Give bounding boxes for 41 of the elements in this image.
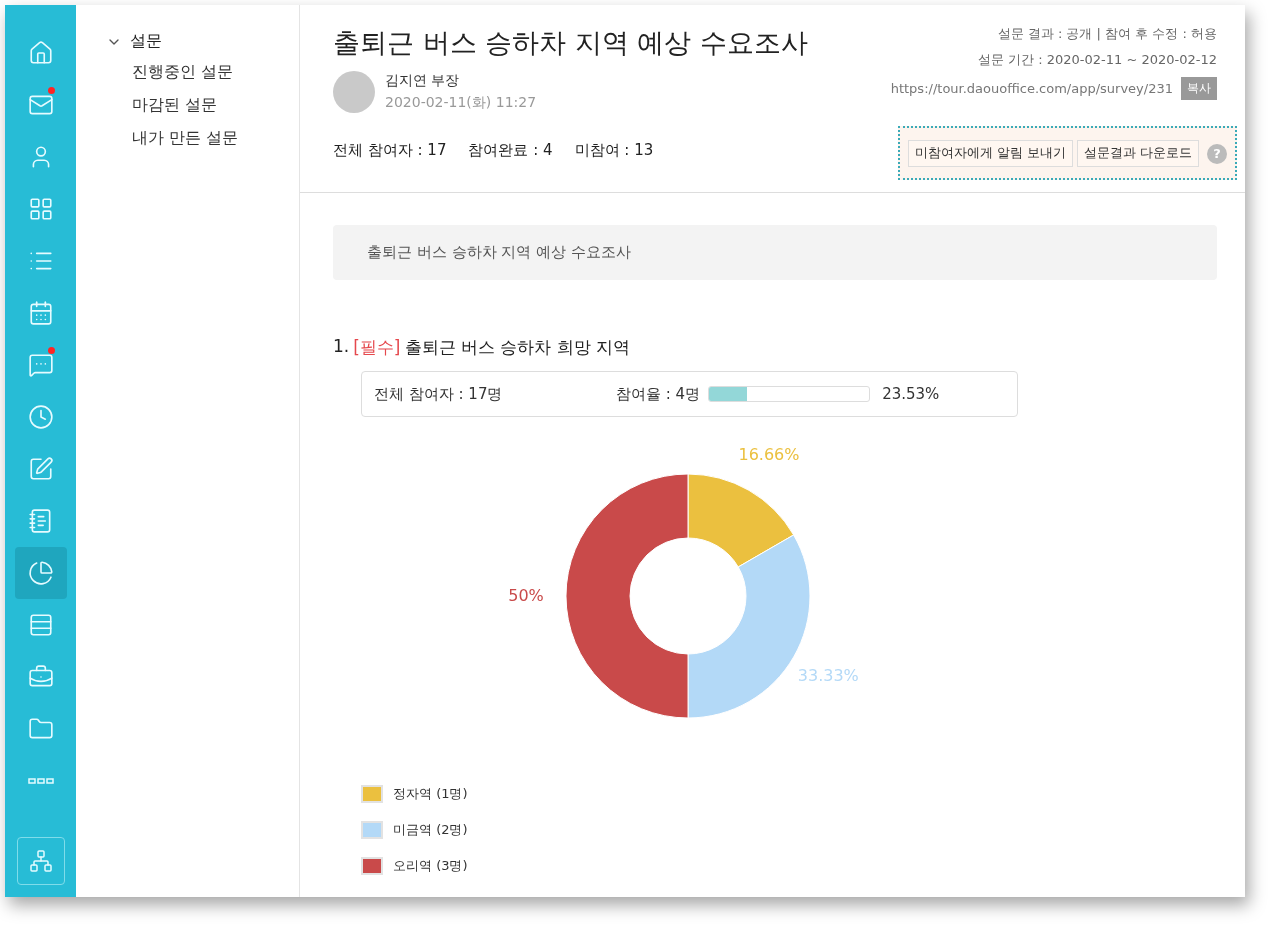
question-title: 출퇴근 버스 승하차 희망 지역	[404, 336, 631, 359]
required-tag: [필수]	[353, 336, 401, 359]
clock-icon	[27, 404, 54, 430]
participant-stat: 참여완료 : 4	[468, 141, 553, 160]
post-date: 2020-02-11(화) 11:27	[385, 94, 537, 112]
question-number: 1.	[333, 336, 350, 358]
participation-rate: 23.53%	[882, 385, 940, 403]
legend-label: 정자역 (1명)	[393, 785, 468, 803]
slice-percentage: 50%	[508, 585, 544, 605]
grid-icon	[27, 196, 54, 222]
edit-icon	[27, 456, 54, 482]
nav-section-title[interactable]: 설문	[130, 31, 162, 52]
author-name: 김지연 부장	[385, 72, 461, 90]
rows-icon	[27, 612, 54, 638]
nav-item[interactable]: 내가 만든 설문	[132, 128, 299, 149]
survey-meta: 설문 기간 : 2020-02-11 ~ 2020-02-12	[977, 51, 1217, 69]
action-button[interactable]: 미참여자에게 알림 보내기	[908, 140, 1073, 167]
org-chart-icon	[28, 849, 53, 873]
participant-stat: 미참여 : 13	[574, 141, 654, 160]
nav-item[interactable]: 마감된 설문	[132, 95, 299, 116]
calendar-icon	[27, 300, 54, 326]
legend-label: 오리역 (3명)	[393, 857, 468, 875]
survey-description: 출퇴근 버스 승하차 지역 예상 수요조사	[333, 225, 1217, 280]
participation-label: 참여율 : 4명	[616, 384, 701, 404]
chart-icon	[27, 560, 54, 586]
slice-percentage: 33.33%	[797, 666, 859, 686]
total-participants: 전체 참여자 : 17명	[374, 384, 504, 404]
chat-icon	[27, 352, 54, 378]
slice-percentage: 16.66%	[738, 445, 800, 465]
org-chart-button[interactable]	[16, 837, 65, 885]
avatar	[333, 71, 375, 113]
legend-label: 미금역 (2명)	[393, 821, 468, 839]
survey-meta: 설문 결과 : 공개 | 참여 후 수정 : 허용	[997, 25, 1217, 43]
survey-url: https://tour.daouoffice.com/app/survey/231	[890, 81, 1173, 96]
sidebar-app-button[interactable]	[14, 547, 67, 599]
more-icon	[27, 778, 54, 784]
action-button[interactable]: 설문결과 다운로드	[1077, 140, 1199, 167]
survey-title: 출퇴근 버스 승하차 지역 예상 수요조사	[333, 26, 808, 60]
nav-item[interactable]: 진행중인 설문	[132, 62, 299, 83]
home-icon	[27, 40, 54, 66]
participant-stat: 전체 참여자 : 17	[333, 141, 447, 160]
